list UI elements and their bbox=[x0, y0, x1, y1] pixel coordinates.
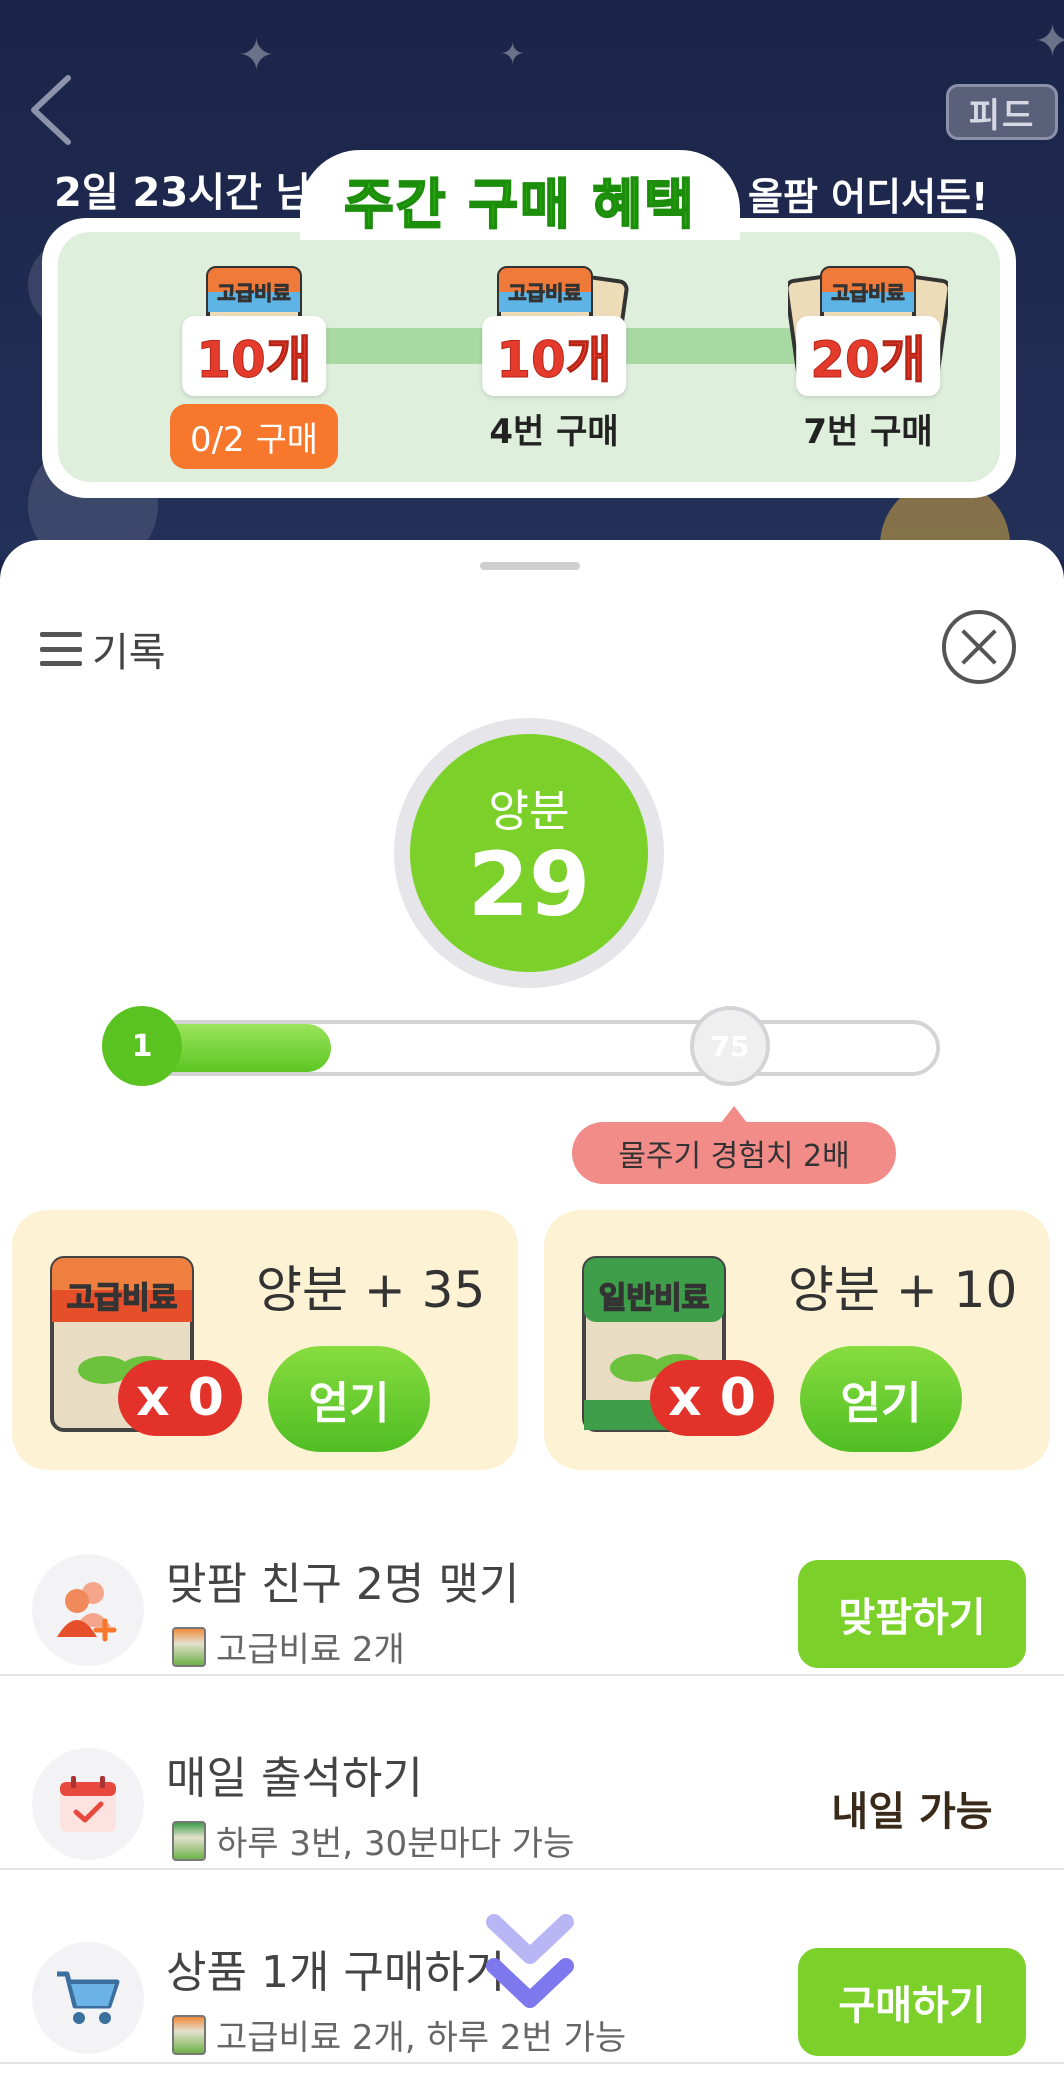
history-button[interactable]: 기록 bbox=[40, 620, 166, 678]
mission-friends-button[interactable]: 맞팜하기 bbox=[798, 1560, 1026, 1668]
milestone-quantity: 10개 bbox=[182, 316, 326, 396]
everywhere-text: 올팜 어디서든! bbox=[748, 175, 989, 219]
fertilizer-bag-icon bbox=[172, 1626, 206, 1667]
weekly-benefit-title: 주간 구매 혜택 bbox=[300, 150, 740, 240]
premium-fertilizer-bag-icon: 고급비료 10개 bbox=[482, 262, 629, 396]
scroll-down-icon[interactable] bbox=[484, 1912, 576, 2022]
history-label: 기록 bbox=[92, 630, 166, 676]
nutrient-circle: 양분 29 bbox=[410, 734, 648, 972]
get-normal-fertilizer-button[interactable]: 얻기 bbox=[800, 1346, 962, 1452]
fertilizer-bag-icon bbox=[172, 1820, 206, 1861]
fertilizer-gain: 양분 + 35 bbox=[256, 1261, 486, 1319]
mission-purchase-button[interactable]: 구매하기 bbox=[798, 1948, 1026, 2056]
star-icon: ✦ bbox=[238, 30, 275, 81]
bag-label: 고급비료 bbox=[217, 281, 291, 305]
divider bbox=[0, 2062, 1064, 2064]
menu-icon bbox=[40, 632, 82, 666]
fertilizer-count: x 0 bbox=[650, 1360, 774, 1436]
mission-title: 상품 1개 구매하기 bbox=[166, 1947, 506, 1998]
bag-label: 고급비료 bbox=[508, 281, 582, 305]
milestone-quantity: 10개 bbox=[482, 316, 626, 396]
bag-label: 고급비료 bbox=[831, 281, 905, 305]
mission-status: 내일 가능 bbox=[831, 1789, 993, 1835]
weekly-benefit-track: 고급비료 10개 0/2 구매 고급비료 10개 4번 구매 고급비료 20개 … bbox=[58, 232, 1000, 482]
cart-icon bbox=[32, 1942, 144, 2054]
nutrient-label: 양분 bbox=[488, 785, 570, 837]
level-progress-track bbox=[106, 1020, 940, 1076]
bag-label: 일반비료 bbox=[599, 1281, 709, 1316]
feed-button[interactable]: 피드 bbox=[946, 84, 1058, 140]
star-icon: ✦ bbox=[500, 37, 526, 72]
mission-title: 맞팜 친구 2명 맺기 bbox=[166, 1559, 520, 1610]
star-icon: ✦ bbox=[1034, 16, 1064, 67]
nutrient-gauge: 양분 29 bbox=[394, 718, 664, 988]
back-button[interactable] bbox=[22, 70, 82, 150]
chevron-left-icon bbox=[31, 75, 71, 145]
friends-add-icon bbox=[32, 1554, 144, 1666]
sheet-drag-handle[interactable] bbox=[480, 562, 580, 570]
fertilizer-bag-icon bbox=[172, 2014, 206, 2055]
nutrient-value: 29 bbox=[467, 832, 591, 936]
close-icon[interactable] bbox=[942, 610, 1016, 684]
get-premium-fertilizer-button[interactable]: 얻기 bbox=[268, 1346, 430, 1452]
premium-fertilizer-bag-icon: 고급비료 10개 bbox=[182, 262, 326, 396]
mission-row: 매일 출석하기 하루 3번, 30분마다 가능 내일 가능 bbox=[0, 1706, 1064, 1902]
milestone-quantity: 20개 bbox=[796, 316, 940, 396]
milestone-2[interactable]: 고급비료 10개 4번 구매 bbox=[444, 262, 664, 453]
weekly-benefit-card[interactable]: 고급비료 10개 0/2 구매 고급비료 10개 4번 구매 고급비료 20개 … bbox=[42, 218, 1016, 498]
premium-fertilizer-card: 고급비료 x 0 양분 + 35 얻기 bbox=[12, 1210, 518, 1470]
divider bbox=[0, 1674, 1064, 1676]
mission-row: 맞팜 친구 2명 맺기 고급비료 2개 맞팜하기 bbox=[0, 1512, 1064, 1708]
premium-fertilizer-bag-icon: 고급비료 20개 bbox=[784, 262, 952, 396]
fertilizer-gain: 양분 + 10 bbox=[788, 1261, 1018, 1319]
nutrient-bottom-sheet: 기록 양분 29 1 75 물주기 경험치 2배 고급비료 x 0 양분 + 3… bbox=[0, 540, 1064, 2075]
milestone-label: 7번 구매 bbox=[803, 412, 933, 452]
fertilizer-count: x 0 bbox=[118, 1360, 242, 1436]
level-target-badge: 75 bbox=[690, 1006, 770, 1086]
bonus-tooltip: 물주기 경험치 2배 bbox=[572, 1106, 896, 1184]
mission-reward: 하루 3번, 30분마다 가능 bbox=[172, 1816, 574, 1865]
normal-fertilizer-card: 일반비료 x 0 양분 + 10 얻기 bbox=[544, 1210, 1050, 1470]
bag-label: 고급비료 bbox=[67, 1281, 177, 1316]
milestone-3[interactable]: 고급비료 20개 7번 구매 bbox=[758, 262, 978, 453]
milestone-label: 0/2 구매 bbox=[169, 404, 339, 469]
mission-reward: 고급비료 2개 bbox=[172, 1622, 405, 1671]
milestone-label: 4번 구매 bbox=[489, 412, 619, 452]
divider bbox=[0, 1868, 1064, 1870]
calendar-check-icon bbox=[32, 1748, 144, 1860]
mission-title: 매일 출석하기 bbox=[166, 1753, 423, 1804]
milestone-1[interactable]: 고급비료 10개 0/2 구매 bbox=[144, 262, 364, 469]
level-start-badge: 1 bbox=[102, 1006, 182, 1086]
